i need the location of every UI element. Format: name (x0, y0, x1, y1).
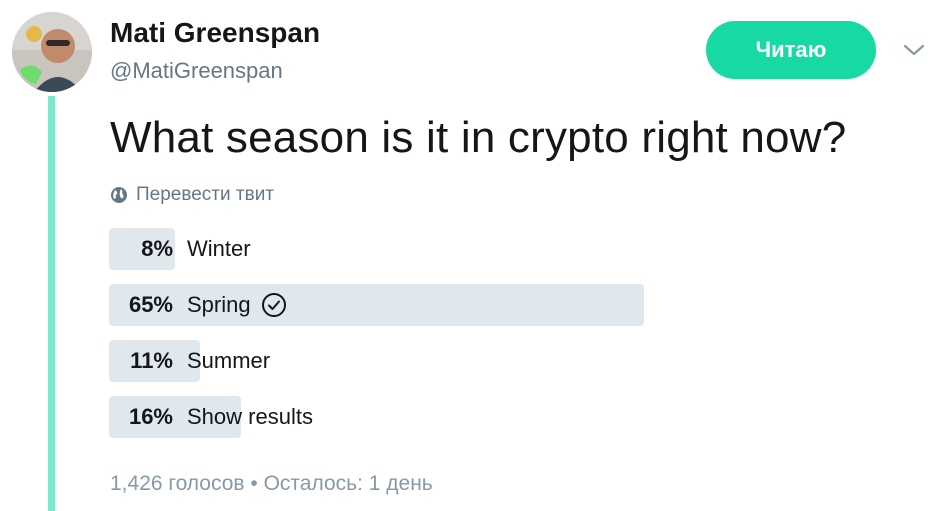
avatar-image (12, 12, 92, 92)
checkmark-circle-icon (261, 293, 286, 317)
globe-icon (111, 187, 127, 203)
poll-percent: 16% (128, 404, 173, 429)
tweet-text: What season is it in crypto right now? (110, 113, 847, 162)
poll-percent: 11% (130, 348, 173, 373)
poll-option[interactable]: 11% Summer (109, 340, 829, 382)
separator: • (250, 472, 258, 495)
poll-footer: 1,426 голосов • Осталось: 1 день (110, 472, 433, 496)
author-name[interactable]: Mati Greenspan (110, 17, 320, 49)
poll-option-label: Spring (187, 292, 251, 317)
poll-option[interactable]: 65% Spring (109, 284, 829, 326)
translate-tweet-link[interactable]: Перевести твит (110, 184, 274, 206)
poll-option-label: Summer (187, 348, 271, 373)
tweet-card: Mati Greenspan @MatiGreenspan Читаю What… (0, 0, 950, 511)
time-left: Осталось: 1 день (263, 472, 433, 495)
translate-label: Перевести твит (136, 184, 275, 205)
vote-count: 1,426 голосов (110, 472, 245, 495)
poll: 8% Winter 65% Spring 11% Summer 16% Show… (109, 228, 829, 452)
avatar[interactable] (12, 12, 92, 92)
chevron-down-icon[interactable] (900, 40, 928, 60)
poll-percent: 65% (128, 292, 173, 317)
poll-option[interactable]: 16% Show results (109, 396, 829, 438)
following-button[interactable]: Читаю (706, 21, 876, 79)
poll-option[interactable]: 8% Winter (109, 228, 829, 270)
author-handle[interactable]: @MatiGreenspan (110, 58, 283, 84)
poll-option-label: Winter (187, 236, 251, 261)
poll-percent: 8% (141, 236, 173, 261)
poll-option-label: Show results (187, 404, 313, 429)
thread-line (48, 96, 55, 511)
